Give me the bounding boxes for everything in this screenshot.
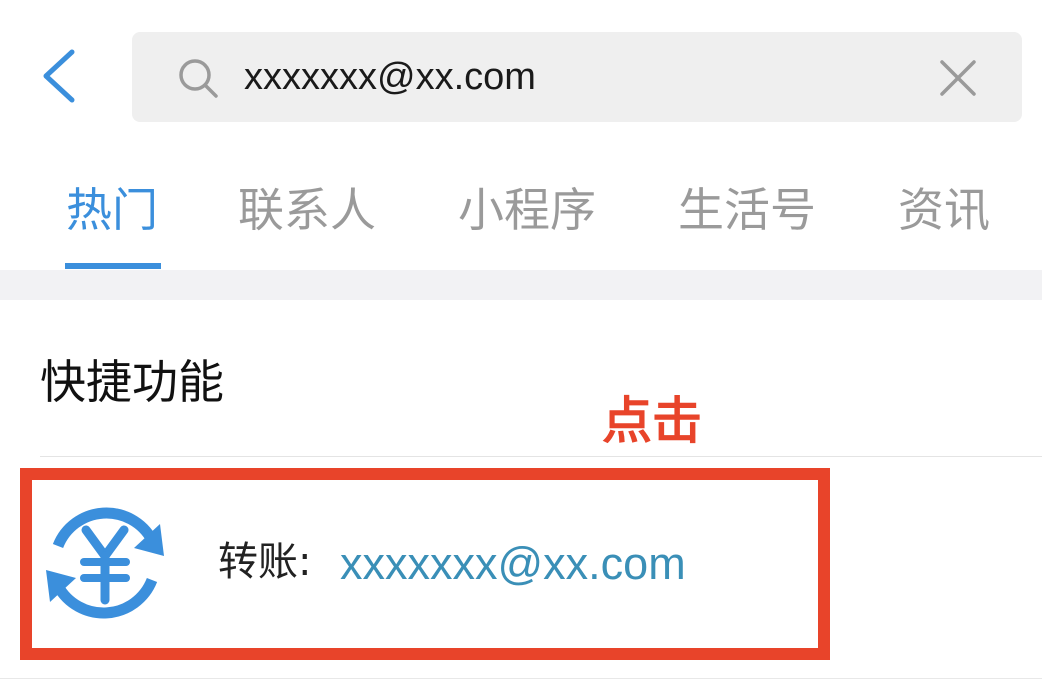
- yuan-transfer-icon: [46, 507, 164, 619]
- section-title: 快捷功能: [40, 355, 224, 409]
- bottom-divider: [0, 678, 1042, 679]
- category-tabs: 热门 联系人 小程序 生活号 资讯: [0, 170, 1042, 269]
- result-email[interactable]: xxxxxxx@xx.com: [340, 534, 686, 594]
- click-annotation: 点击: [602, 392, 702, 450]
- tab-hot[interactable]: 热门: [66, 180, 158, 240]
- back-button[interactable]: [30, 44, 90, 108]
- tab-mini-programs[interactable]: 小程序: [458, 180, 596, 240]
- search-icon: [179, 59, 218, 98]
- search-results-page: xxxxxxx@xx.com 热门 联系人 小程序 生活号 资讯 快捷功能 点击…: [0, 0, 1042, 681]
- close-icon[interactable]: [938, 58, 978, 98]
- tab-news[interactable]: 资讯: [898, 180, 990, 240]
- search-input[interactable]: xxxxxxx@xx.com: [244, 50, 536, 104]
- chevron-left-icon: [43, 49, 75, 103]
- tab-life-accounts[interactable]: 生活号: [678, 180, 816, 240]
- active-tab-indicator: [65, 263, 161, 269]
- tab-contacts[interactable]: 联系人: [238, 180, 376, 240]
- result-label: 转账:: [218, 539, 312, 585]
- divider: [40, 456, 1042, 457]
- search-bar[interactable]: xxxxxxx@xx.com: [132, 32, 1022, 122]
- section-separator: [0, 270, 1042, 300]
